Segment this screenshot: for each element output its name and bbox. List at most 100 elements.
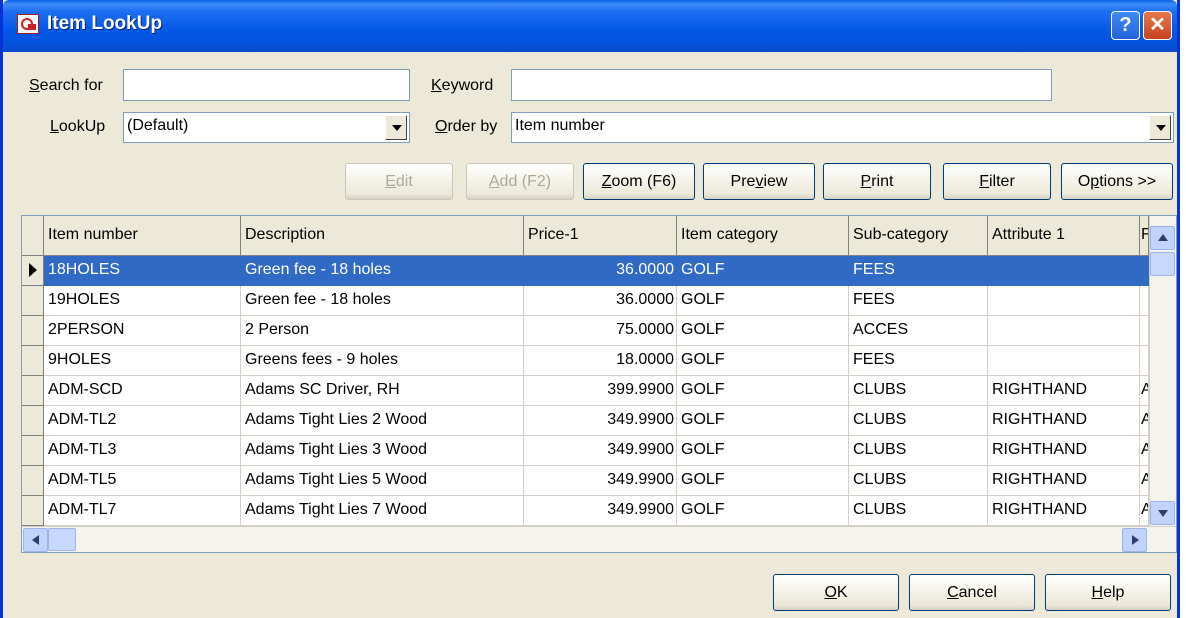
cell-description[interactable]: Green fee - 18 holes [241,286,524,316]
column-header-description[interactable]: Description [241,216,524,256]
lookup-select[interactable]: (Default) [123,112,410,143]
table-row[interactable]: 18HOLES Green fee - 18 holes 36.0000 GOLF FE… [22,256,1149,286]
table-row[interactable]: ADM-TL2 Adams Tight Lies 2 Wood 349.9900 GO… [22,406,1149,436]
cell-partial[interactable]: A [1140,466,1149,496]
cell-item-number[interactable]: ADM-TL2 [44,406,241,436]
cell-sub-category[interactable]: CLUBS [849,436,988,466]
scroll-down-icon[interactable] [1150,501,1175,525]
cancel-button[interactable]: Cancel [909,574,1035,611]
row-header[interactable] [22,316,44,346]
table-row[interactable]: ADM-TL7 Adams Tight Lies 7 Wood 349.9900 GO… [22,496,1149,526]
table-row[interactable]: ADM-SCD Adams SC Driver, RH 399.9900 GOLF CL… [22,376,1149,406]
cell-item-number[interactable]: ADM-TL3 [44,436,241,466]
items-grid[interactable]: Item number Description Price-1 Item cat… [21,215,1177,553]
column-header-item-number[interactable]: Item number [44,216,241,256]
scroll-up-icon[interactable] [1150,226,1175,250]
cell-item-number[interactable]: ADM-SCD [44,376,241,406]
table-row[interactable]: 9HOLES Greens fees - 9 holes 18.0000 GOLF FE… [22,346,1149,376]
cell-attribute-1[interactable] [988,286,1140,316]
table-row[interactable]: 19HOLES Green fee - 18 holes 36.0000 GOLF FE… [22,286,1149,316]
cell-item-category[interactable]: GOLF [677,376,849,406]
lookup-dropdown-icon[interactable] [385,115,407,140]
keyword-input[interactable] [511,69,1052,101]
options-button[interactable]: Options >> [1061,163,1173,200]
column-header-partial[interactable]: F [1140,216,1149,256]
row-header[interactable] [22,466,44,496]
cell-item-category[interactable]: GOLF [677,436,849,466]
row-header[interactable] [22,376,44,406]
cell-item-number[interactable]: ADM-TL5 [44,466,241,496]
cell-price-1[interactable]: 18.0000 [524,346,677,376]
cell-description[interactable]: Adams Tight Lies 3 Wood [241,436,524,466]
cell-sub-category[interactable]: CLUBS [849,466,988,496]
cell-price-1[interactable]: 75.0000 [524,316,677,346]
scroll-left-icon[interactable] [23,528,48,552]
table-row[interactable]: ADM-TL5 Adams Tight Lies 5 Wood 349.9900 GO… [22,466,1149,496]
cell-partial[interactable]: A [1140,376,1149,406]
cell-attribute-1[interactable]: RIGHTHAND [988,436,1140,466]
column-header-price-1[interactable]: Price-1 [524,216,677,256]
cell-partial[interactable] [1140,256,1149,286]
filter-button[interactable]: Filter [943,163,1051,200]
column-header-attribute-1[interactable]: Attribute 1 [988,216,1140,256]
cell-partial[interactable] [1140,286,1149,316]
order-by-select[interactable]: Item number [511,112,1174,143]
cell-item-category[interactable]: GOLF [677,286,849,316]
column-header-item-category[interactable]: Item category [677,216,849,256]
row-header[interactable] [22,346,44,376]
cell-sub-category[interactable]: FEES [849,346,988,376]
row-header[interactable] [22,256,44,286]
cell-price-1[interactable]: 36.0000 [524,286,677,316]
print-button[interactable]: Print [823,163,931,200]
cell-item-category[interactable]: GOLF [677,496,849,526]
cell-sub-category[interactable]: CLUBS [849,406,988,436]
cell-attribute-1[interactable] [988,346,1140,376]
cell-attribute-1[interactable]: RIGHTHAND [988,376,1140,406]
cell-item-number[interactable]: 9HOLES [44,346,241,376]
row-header[interactable] [22,286,44,316]
cell-sub-category[interactable]: FEES [849,286,988,316]
cell-item-category[interactable]: GOLF [677,256,849,286]
cell-price-1[interactable]: 36.0000 [524,256,677,286]
row-header[interactable] [22,436,44,466]
table-row[interactable]: 2PERSON 2 Person 75.0000 GOLF ACCES [22,316,1149,346]
horizontal-scrollbar[interactable] [22,526,1176,552]
cell-price-1[interactable]: 399.9900 [524,376,677,406]
title-bar[interactable]: Item LookUp ? ✕ [3,0,1177,52]
row-header[interactable] [22,496,44,526]
cell-description[interactable]: Adams Tight Lies 5 Wood [241,466,524,496]
search-for-input[interactable] [123,69,410,101]
cell-item-number[interactable]: 19HOLES [44,286,241,316]
cell-item-category[interactable]: GOLF [677,346,849,376]
cell-item-category[interactable]: GOLF [677,406,849,436]
cell-sub-category[interactable]: ACCES [849,316,988,346]
cell-price-1[interactable]: 349.9900 [524,406,677,436]
preview-button[interactable]: Preview [703,163,815,200]
cell-price-1[interactable]: 349.9900 [524,466,677,496]
cell-description[interactable]: Adams SC Driver, RH [241,376,524,406]
cell-attribute-1[interactable]: RIGHTHAND [988,466,1140,496]
cell-partial[interactable]: A [1140,436,1149,466]
cell-price-1[interactable]: 349.9900 [524,436,677,466]
cell-partial[interactable]: A [1140,496,1149,526]
table-row[interactable]: ADM-TL3 Adams Tight Lies 3 Wood 349.9900 GO… [22,436,1149,466]
cell-description[interactable]: Adams Tight Lies 7 Wood [241,496,524,526]
close-button[interactable]: ✕ [1143,11,1172,40]
order-by-dropdown-icon[interactable] [1149,115,1171,140]
cell-attribute-1[interactable]: RIGHTHAND [988,496,1140,526]
cell-item-number[interactable]: ADM-TL7 [44,496,241,526]
edit-button[interactable]: Edit [345,163,453,200]
cell-partial[interactable] [1140,346,1149,376]
row-header[interactable] [22,406,44,436]
cell-item-category[interactable]: GOLF [677,316,849,346]
cell-sub-category[interactable]: CLUBS [849,496,988,526]
cell-partial[interactable]: A [1140,406,1149,436]
cell-attribute-1[interactable] [988,256,1140,286]
cell-price-1[interactable]: 349.9900 [524,496,677,526]
cell-description[interactable]: Adams Tight Lies 2 Wood [241,406,524,436]
cell-item-number[interactable]: 18HOLES [44,256,241,286]
vertical-scroll-thumb[interactable] [1150,252,1175,276]
cell-attribute-1[interactable]: RIGHTHAND [988,406,1140,436]
cell-attribute-1[interactable] [988,316,1140,346]
horizontal-scroll-thumb[interactable] [48,528,76,551]
